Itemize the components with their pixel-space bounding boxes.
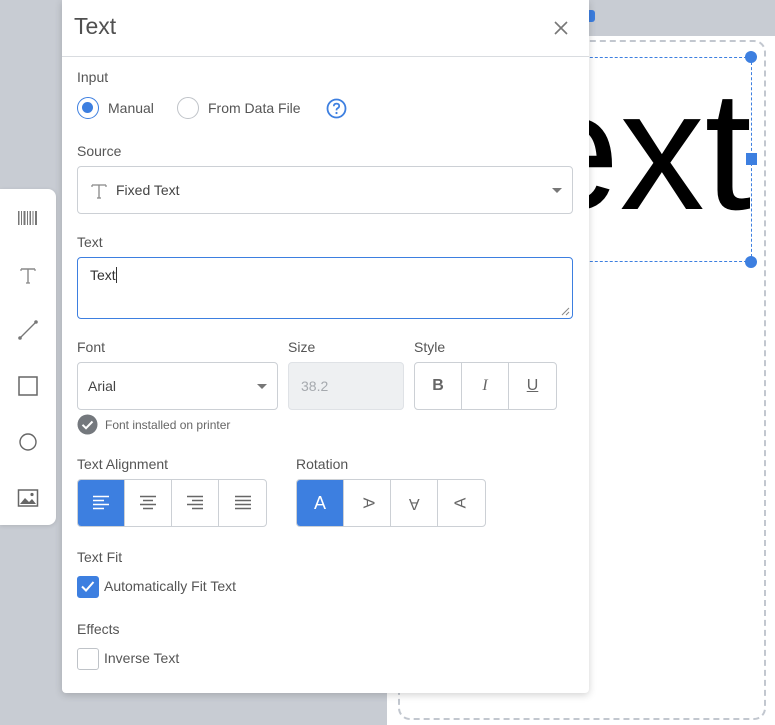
line-tool[interactable] xyxy=(14,316,42,344)
text-alignment-label: Text Alignment xyxy=(77,456,169,472)
ellipse-tool[interactable] xyxy=(14,428,42,456)
align-right-icon xyxy=(187,495,203,510)
help-button[interactable] xyxy=(326,98,347,119)
rotate-90-glyph: A xyxy=(358,497,376,509)
source-select[interactable]: Fixed Text xyxy=(77,166,573,214)
auto-fit-label[interactable]: Automatically Fit Text xyxy=(104,578,236,594)
text-fit-label: Text Fit xyxy=(77,549,123,565)
font-installed-note: Font installed on printer xyxy=(105,418,231,432)
text-icon xyxy=(91,184,107,199)
rotate-180-glyph: A xyxy=(408,495,420,512)
manual-radio-label[interactable]: Manual xyxy=(108,100,154,116)
text-properties-panel: Text Input Manual From Data File Source … xyxy=(62,0,589,693)
rotate-0-button[interactable]: A xyxy=(297,480,344,526)
inverse-text-checkbox[interactable] xyxy=(77,648,99,670)
barcode-icon xyxy=(18,211,37,225)
size-placeholder: 38.2 xyxy=(301,378,329,394)
manual-radio[interactable] xyxy=(77,97,99,119)
text-label: Text xyxy=(77,234,103,250)
underline-button[interactable]: U xyxy=(509,363,556,409)
style-buttons: B I U xyxy=(414,362,557,410)
image-icon xyxy=(17,489,39,507)
source-label: Source xyxy=(77,143,122,159)
line-icon xyxy=(18,320,38,340)
chevron-down-icon xyxy=(552,188,562,193)
font-select[interactable]: Arial xyxy=(77,362,278,410)
object-toolbar xyxy=(0,189,56,525)
auto-fit-checkbox[interactable] xyxy=(77,576,99,598)
align-justify-button[interactable] xyxy=(219,480,266,526)
font-label: Font xyxy=(77,339,106,355)
barcode-tool[interactable] xyxy=(14,204,42,232)
panel-title: Text xyxy=(74,13,117,39)
rectangle-tool[interactable] xyxy=(14,372,42,400)
rectangle-icon xyxy=(18,376,38,396)
input-label: Input xyxy=(77,69,109,85)
image-tool[interactable] xyxy=(14,484,42,512)
inverse-text-label[interactable]: Inverse Text xyxy=(104,650,179,666)
resize-grip-icon[interactable] xyxy=(561,307,570,316)
text-input-value: Text xyxy=(90,267,116,283)
from-data-file-radio-label[interactable]: From Data File xyxy=(208,100,301,116)
panel-header: Text xyxy=(62,0,589,57)
italic-button[interactable]: I xyxy=(462,363,509,409)
align-center-button[interactable] xyxy=(125,480,172,526)
align-left-button[interactable] xyxy=(78,480,125,526)
text-input[interactable]: Text xyxy=(77,257,573,319)
check-circle-icon xyxy=(77,414,98,435)
help-icon xyxy=(326,98,347,119)
rotation-buttons: A A A A xyxy=(296,479,486,527)
align-justify-icon xyxy=(234,495,251,510)
align-left-icon xyxy=(93,495,109,510)
align-center-icon xyxy=(140,495,156,510)
rotate-90-button[interactable]: A xyxy=(344,480,391,526)
resize-handle-top-right[interactable] xyxy=(745,51,757,63)
resize-handle-bottom-right[interactable] xyxy=(745,256,757,268)
rotation-label: Rotation xyxy=(296,456,349,472)
chevron-down-icon xyxy=(257,384,267,389)
source-value: Fixed Text xyxy=(116,182,180,198)
checkmark-icon xyxy=(81,581,95,592)
resize-handle-right[interactable] xyxy=(746,153,757,165)
bold-button[interactable]: B xyxy=(415,363,462,409)
style-label: Style xyxy=(414,339,446,355)
rotate-270-button[interactable]: A xyxy=(438,480,485,526)
ellipse-icon xyxy=(19,433,37,451)
rotate-270-glyph: A xyxy=(452,497,470,509)
size-label: Size xyxy=(288,339,316,355)
font-value: Arial xyxy=(88,378,117,394)
alignment-buttons xyxy=(77,479,267,527)
close-button[interactable] xyxy=(550,17,572,39)
close-icon xyxy=(554,21,568,35)
text-tool[interactable] xyxy=(14,261,42,289)
size-input[interactable]: 38.2 xyxy=(288,362,404,410)
rotate-180-button[interactable]: A xyxy=(391,480,438,526)
from-data-file-radio[interactable] xyxy=(177,97,199,119)
align-right-button[interactable] xyxy=(172,480,219,526)
text-icon xyxy=(20,268,36,284)
effects-label: Effects xyxy=(77,621,120,637)
text-cursor xyxy=(115,267,117,283)
